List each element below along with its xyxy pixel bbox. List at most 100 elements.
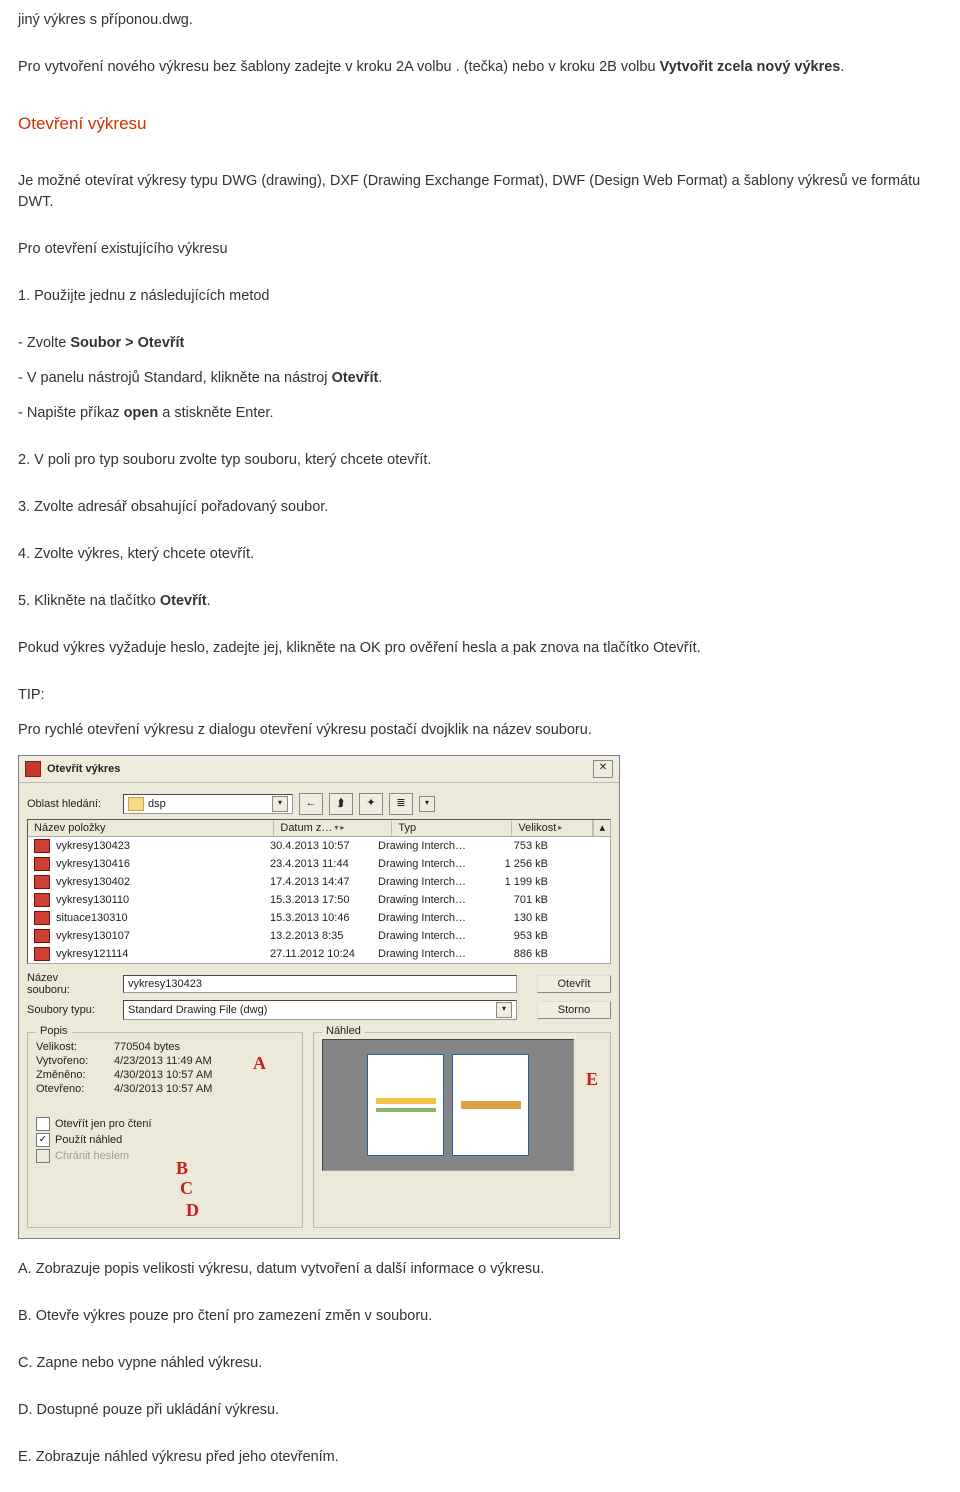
preview-checkbox[interactable]: ✓Použít náhled bbox=[36, 1133, 294, 1147]
file-date: 13.2.2013 8:35 bbox=[270, 930, 378, 942]
file-type: Drawing Interch… bbox=[378, 948, 488, 960]
preview-group: Náhled E bbox=[313, 1032, 611, 1228]
description-group: Popis Velikost:770504 bytes Vytvořeno:4/… bbox=[27, 1032, 303, 1228]
value: 770504 bytes bbox=[114, 1041, 180, 1053]
file-size: 886 kB bbox=[488, 948, 556, 960]
cancel-button[interactable]: Storno bbox=[537, 1001, 611, 1019]
dwg-icon bbox=[34, 893, 50, 907]
filename-input[interactable]: vykresy130423 bbox=[123, 975, 517, 993]
label: Změněno: bbox=[36, 1069, 108, 1081]
col-name[interactable]: Název položky bbox=[28, 820, 274, 836]
value: 4/30/2013 10:57 AM bbox=[114, 1069, 212, 1081]
readonly-checkbox[interactable]: Otevřít jen pro čtení bbox=[36, 1117, 294, 1131]
up-button[interactable]: ⮭ bbox=[329, 793, 353, 815]
text-bold: Otevřít bbox=[332, 370, 379, 386]
filetype-value: Standard Drawing File (dwg) bbox=[128, 1004, 267, 1016]
file-date: 17.4.2013 14:47 bbox=[270, 876, 378, 888]
dialog-titlebar[interactable]: Otevřít výkres ✕ bbox=[19, 756, 619, 783]
file-date: 27.11.2012 10:24 bbox=[270, 948, 378, 960]
file-type: Drawing Interch… bbox=[378, 930, 488, 942]
tip-text: Pro rychlé otevření výkresu z dialogu ot… bbox=[18, 720, 942, 741]
legend-e: E. Zobrazuje náhled výkresu před jeho ot… bbox=[18, 1447, 942, 1468]
file-row[interactable]: vykresy130416 23.4.2013 11:44Drawing Inte… bbox=[28, 855, 610, 873]
file-size: 1 256 kB bbox=[488, 858, 556, 870]
file-name: vykresy130107 bbox=[56, 930, 130, 942]
file-date: 15.3.2013 10:46 bbox=[270, 912, 378, 924]
bullet: - V panelu nástrojů Standard, klikněte n… bbox=[18, 368, 942, 389]
paragraph: Pokud výkres vyžaduje heslo, zadejte jej… bbox=[18, 638, 942, 659]
marker-d: D bbox=[186, 1200, 199, 1221]
scroll-up-icon[interactable]: ▴ bbox=[593, 820, 610, 836]
text: Pro vytvoření nového výkresu bez šablony… bbox=[18, 59, 456, 75]
file-name: vykresy130110 bbox=[56, 894, 129, 906]
file-type: Drawing Interch… bbox=[378, 858, 488, 870]
col-size[interactable]: Velikost▸ bbox=[512, 820, 593, 836]
chevron-down-icon[interactable]: ▾ bbox=[496, 1002, 512, 1018]
tip-label: TIP: bbox=[18, 685, 942, 706]
file-date: 23.4.2013 11:44 bbox=[270, 858, 378, 870]
text-bold: open bbox=[124, 405, 159, 421]
filetype-combo[interactable]: Standard Drawing File (dwg) ▾ bbox=[123, 1000, 517, 1020]
label: Vytvořeno: bbox=[36, 1055, 108, 1067]
step-5: 5. Klikněte na tlačítko Otevřít. bbox=[18, 591, 942, 612]
step-3: 3. Zvolte adresář obsahující pořadovaný … bbox=[18, 497, 942, 518]
preview-pane bbox=[322, 1039, 574, 1171]
text: - Zvolte bbox=[18, 335, 70, 351]
dwg-icon bbox=[34, 875, 50, 889]
text-line: jiný výkres s příponou.dwg. bbox=[18, 10, 942, 31]
dwg-icon bbox=[34, 947, 50, 961]
legend-c: C. Zapne nebo vypne náhled výkresu. bbox=[18, 1353, 942, 1374]
col-type[interactable]: Typ bbox=[392, 820, 512, 836]
group-label: Popis bbox=[36, 1025, 72, 1037]
open-button[interactable]: Otevřít bbox=[537, 975, 611, 993]
folder-name: dsp bbox=[148, 798, 166, 810]
dwg-icon bbox=[34, 911, 50, 925]
group-label: Náhled bbox=[322, 1025, 365, 1037]
preview-thumb bbox=[452, 1054, 529, 1156]
label: Otevřeno: bbox=[36, 1083, 108, 1095]
file-name: vykresy121114 bbox=[56, 948, 128, 960]
app-icon bbox=[25, 761, 41, 777]
file-name: vykresy130416 bbox=[56, 858, 130, 870]
file-type: Drawing Interch… bbox=[378, 912, 488, 924]
step-2: 2. V poli pro typ souboru zvolte typ sou… bbox=[18, 450, 942, 471]
dwg-icon bbox=[34, 857, 50, 871]
view-button[interactable]: ≣ bbox=[389, 793, 413, 815]
preview-thumb bbox=[367, 1054, 444, 1156]
file-date: 30.4.2013 10:57 bbox=[270, 840, 378, 852]
file-row[interactable]: vykresy121114 27.11.2012 10:24Drawing Int… bbox=[28, 945, 610, 963]
chevron-down-icon[interactable]: ▾ bbox=[419, 796, 435, 812]
file-list-header[interactable]: Název položky Datum z…▾▸ Typ Velikost▸ ▴ bbox=[27, 819, 611, 837]
file-row[interactable]: vykresy13011015.3.2013 17:50Drawing Inte… bbox=[28, 891, 610, 909]
value: 4/23/2013 11:49 AM bbox=[114, 1055, 212, 1067]
paragraph: Je možné otevírat výkresy typu DWG (draw… bbox=[18, 171, 942, 213]
file-name: vykresy130402 bbox=[56, 876, 130, 888]
file-size: 953 kB bbox=[488, 930, 556, 942]
marker-e: E bbox=[586, 1069, 598, 1090]
folder-combo[interactable]: dsp ▾ bbox=[123, 794, 293, 814]
marker-a: A bbox=[253, 1053, 266, 1074]
text: . bbox=[207, 593, 211, 609]
new-folder-button[interactable]: ✦ bbox=[359, 793, 383, 815]
file-row[interactable]: vykresy13042330.4.2013 10:57Drawing Inte… bbox=[28, 837, 610, 855]
chevron-down-icon[interactable]: ▾ bbox=[272, 796, 288, 812]
protect-checkbox: Chránit heslem bbox=[36, 1149, 294, 1163]
label: Velikost: bbox=[36, 1041, 108, 1053]
file-row[interactable]: situace13031015.3.2013 10:46Drawing Inte… bbox=[28, 909, 610, 927]
marker-b: B bbox=[176, 1158, 188, 1179]
file-row[interactable]: vykresy130107 13.2.2013 8:35Drawing Inter… bbox=[28, 927, 610, 945]
col-date[interactable]: Datum z…▾▸ bbox=[274, 820, 392, 836]
file-size: 701 kB bbox=[488, 894, 556, 906]
file-list[interactable]: vykresy13042330.4.2013 10:57Drawing Inte… bbox=[27, 837, 611, 964]
bullet: - Napište příkaz open a stiskněte Enter. bbox=[18, 403, 942, 424]
text-bold: Soubor > Otevřít bbox=[70, 335, 184, 351]
back-button[interactable]: ← bbox=[299, 793, 323, 815]
text: . bbox=[840, 59, 844, 75]
text: - V panelu nástrojů Standard, klikněte n… bbox=[18, 370, 332, 386]
filename-label: Názevsouboru: bbox=[27, 972, 117, 996]
dialog-title: Otevřít výkres bbox=[47, 763, 587, 775]
close-icon[interactable]: ✕ bbox=[593, 760, 613, 778]
file-row[interactable]: vykresy130402 17.4.2013 14:47Drawing Inte… bbox=[28, 873, 610, 891]
file-type: Drawing Interch… bbox=[378, 876, 488, 888]
file-type: Drawing Interch… bbox=[378, 840, 488, 852]
